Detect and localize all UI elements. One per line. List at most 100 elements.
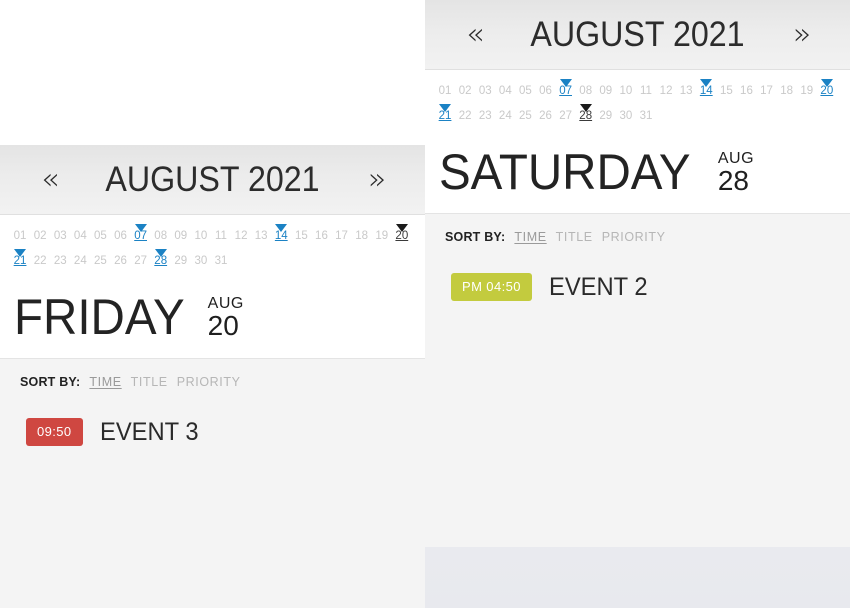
sort-option-priority-right[interactable]: PRIORITY [602, 230, 666, 244]
sort-option-priority-left[interactable]: PRIORITY [177, 375, 241, 389]
day-cell-15[interactable]: 15 [291, 224, 311, 249]
day-cell-25[interactable]: 25 [515, 104, 535, 129]
day-cell-14[interactable]: 14 [271, 224, 291, 249]
date-badge-right: AUG 28 [718, 150, 754, 195]
sort-by-label-left: SORT BY: [20, 375, 81, 389]
day-cell-27[interactable]: 27 [556, 104, 576, 129]
day-marker-triangle-icon [579, 104, 592, 112]
selected-date-header-right: SATURDAY AUG 28 [425, 137, 850, 214]
day-cell-05[interactable]: 05 [515, 79, 535, 104]
day-cell-17[interactable]: 17 [757, 79, 777, 104]
day-number-text: 26 [539, 110, 552, 122]
next-month-button-right[interactable]: » [778, 19, 824, 50]
day-cell-30[interactable]: 30 [191, 249, 211, 274]
day-cell-08[interactable]: 08 [151, 224, 171, 249]
day-cell-25[interactable]: 25 [90, 249, 110, 274]
day-cell-18[interactable]: 18 [352, 224, 372, 249]
day-cell-05[interactable]: 05 [90, 224, 110, 249]
day-cell-26[interactable]: 26 [110, 249, 130, 274]
day-cell-21[interactable]: 21 [10, 249, 30, 274]
day-row-second-left: 21 22 23 24 25 26 27 28 29 30 31 [10, 249, 415, 274]
month-header-bar-right: « AUGUST 2021 » [425, 0, 850, 70]
day-number-text: 16 [740, 85, 753, 97]
month-title-right: AUGUST 2021 [530, 14, 745, 54]
month-title-left: AUGUST 2021 [105, 159, 320, 199]
event-title: EVENT 2 [548, 273, 648, 301]
day-cell-07[interactable]: 07 [556, 79, 576, 104]
day-number-text: 12 [659, 85, 673, 97]
day-cell-19[interactable]: 19 [797, 79, 817, 104]
event-item[interactable]: PM 04:50 EVENT 2 [425, 270, 850, 304]
day-cell-12[interactable]: 12 [231, 224, 251, 249]
day-cell-02[interactable]: 02 [30, 224, 50, 249]
day-cell-22[interactable]: 22 [30, 249, 50, 274]
day-cell-20[interactable]: 20 [392, 224, 412, 249]
day-cell-16[interactable]: 16 [736, 79, 756, 104]
day-cell-31[interactable]: 31 [636, 104, 656, 129]
day-cell-01[interactable]: 01 [10, 224, 30, 249]
day-number-text: 05 [94, 230, 107, 242]
prev-month-button-right[interactable]: « [451, 19, 497, 50]
day-cell-20[interactable]: 20 [817, 79, 837, 104]
day-cell-16[interactable]: 16 [311, 224, 331, 249]
day-cell-14[interactable]: 14 [696, 79, 716, 104]
day-number-text: 11 [215, 230, 227, 242]
day-cell-28[interactable]: 28 [576, 104, 596, 129]
day-cell-07[interactable]: 07 [131, 224, 151, 249]
day-marker-triangle-icon [700, 79, 713, 87]
day-cell-10[interactable]: 10 [191, 224, 211, 249]
event-item[interactable]: 09:50 EVENT 3 [0, 415, 425, 449]
sort-option-title-left[interactable]: TITLE [131, 375, 168, 389]
day-cell-09[interactable]: 09 [171, 224, 191, 249]
day-cell-04[interactable]: 04 [70, 224, 90, 249]
day-cell-29[interactable]: 29 [596, 104, 616, 129]
day-cell-03[interactable]: 03 [50, 224, 70, 249]
day-number-text: 03 [53, 230, 67, 242]
calendar-widget-right: « AUGUST 2021 » 01 02 03 04 05 06 07 08 09 10 11 12… [425, 0, 850, 547]
day-cell-06[interactable]: 06 [110, 224, 130, 249]
event-body-left: SORT BY: TIME TITLE PRIORITY 09:50 EVENT … [0, 359, 425, 608]
day-cell-12[interactable]: 12 [656, 79, 676, 104]
day-number-text: 29 [174, 255, 188, 267]
day-number-text: 08 [579, 85, 593, 97]
day-cell-10[interactable]: 10 [616, 79, 636, 104]
day-cell-03[interactable]: 03 [475, 79, 495, 104]
day-cell-24[interactable]: 24 [495, 104, 515, 129]
day-cell-27[interactable]: 27 [131, 249, 151, 274]
day-cell-06[interactable]: 06 [535, 79, 555, 104]
next-month-button-left[interactable]: » [353, 164, 399, 195]
day-cell-31[interactable]: 31 [211, 249, 231, 274]
day-number-text: 08 [154, 230, 168, 242]
day-number-text: 27 [134, 255, 147, 267]
day-cell-18[interactable]: 18 [777, 79, 797, 104]
day-cell-09[interactable]: 09 [596, 79, 616, 104]
day-cell-29[interactable]: 29 [171, 249, 191, 274]
sort-option-title-right[interactable]: TITLE [556, 230, 593, 244]
day-cell-30[interactable]: 30 [616, 104, 636, 129]
sort-option-time-right[interactable]: TIME [514, 230, 546, 244]
sort-bar-right: SORT BY: TIME TITLE PRIORITY [425, 230, 850, 252]
day-cell-23[interactable]: 23 [50, 249, 70, 274]
day-cell-17[interactable]: 17 [332, 224, 352, 249]
sort-option-time-left[interactable]: TIME [89, 375, 121, 389]
day-cell-24[interactable]: 24 [70, 249, 90, 274]
day-cell-04[interactable]: 04 [495, 79, 515, 104]
weekday-label-left: FRIDAY [14, 289, 185, 345]
day-cell-22[interactable]: 22 [455, 104, 475, 129]
day-cell-08[interactable]: 08 [576, 79, 596, 104]
prev-month-button-left[interactable]: « [26, 164, 72, 195]
day-cell-21[interactable]: 21 [435, 104, 455, 129]
day-cell-19[interactable]: 19 [372, 224, 392, 249]
day-cell-26[interactable]: 26 [535, 104, 555, 129]
day-cell-13[interactable]: 13 [676, 79, 696, 104]
day-number-text: 04 [73, 230, 87, 242]
day-cell-13[interactable]: 13 [251, 224, 271, 249]
day-marker-triangle-icon [820, 79, 833, 87]
day-cell-11[interactable]: 11 [211, 224, 231, 249]
day-cell-28[interactable]: 28 [151, 249, 171, 274]
day-cell-01[interactable]: 01 [435, 79, 455, 104]
day-cell-15[interactable]: 15 [716, 79, 736, 104]
day-cell-23[interactable]: 23 [475, 104, 495, 129]
day-cell-02[interactable]: 02 [455, 79, 475, 104]
day-cell-11[interactable]: 11 [636, 79, 656, 104]
